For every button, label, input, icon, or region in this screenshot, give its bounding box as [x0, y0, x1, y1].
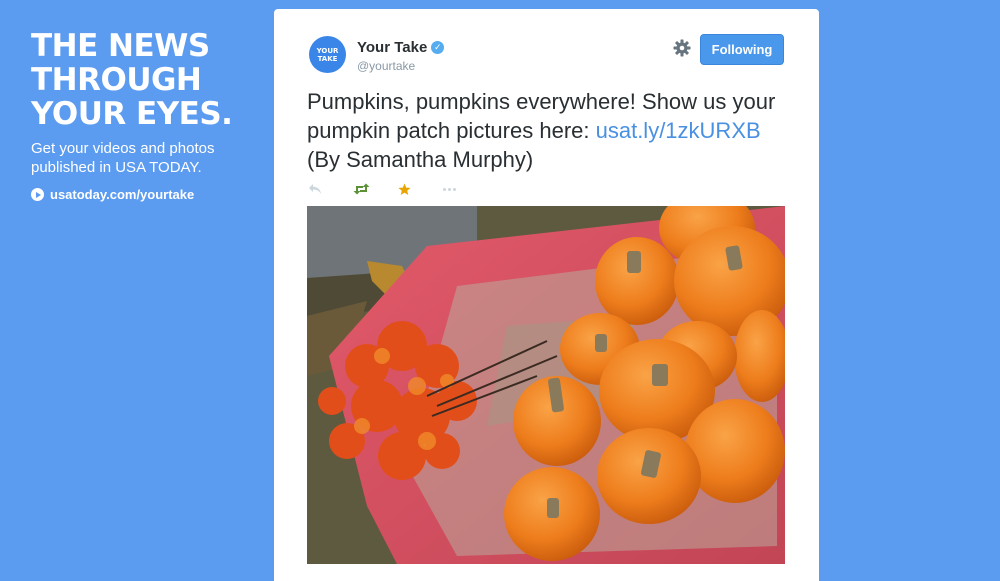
promo-subtext: Get your videos and photos published in … [31, 140, 215, 176]
pumpkins-in-wheelbarrow-photo[interactable] [307, 206, 785, 564]
promo-headline: THE NEWS THROUGH YOUR EYES. [31, 28, 233, 132]
reply-icon[interactable] [308, 181, 353, 197]
tweet-card: YOUR TAKE Your Take ✓ @yourtake Followin… [274, 9, 819, 581]
author-name[interactable]: Your Take [357, 39, 427, 56]
verified-badge-icon: ✓ [431, 41, 445, 54]
retweet-icon[interactable] [353, 181, 398, 197]
gear-icon[interactable] [673, 39, 691, 57]
tweet-link[interactable]: usat.ly/1zkURXB [596, 118, 761, 143]
avatar[interactable]: YOUR TAKE [309, 36, 346, 73]
tweet-text: Pumpkins, pumpkins everywhere! Show us y… [307, 87, 777, 174]
more-icon[interactable] [443, 181, 488, 197]
promo-panel: THE NEWS THROUGH YOUR EYES. Get your vid… [31, 29, 271, 202]
following-button[interactable]: Following [700, 34, 784, 65]
play-circle-icon [31, 188, 44, 201]
favorite-star-icon[interactable] [398, 181, 443, 197]
promo-link-label: usatoday.com/yourtake [50, 187, 195, 202]
tweet-author: Your Take ✓ @yourtake [357, 39, 445, 73]
tweet-actions [308, 181, 488, 197]
tweet-text-credit: (By Samantha Murphy) [307, 147, 534, 172]
promo-link[interactable]: usatoday.com/yourtake [31, 187, 271, 202]
author-handle[interactable]: @yourtake [357, 59, 444, 73]
